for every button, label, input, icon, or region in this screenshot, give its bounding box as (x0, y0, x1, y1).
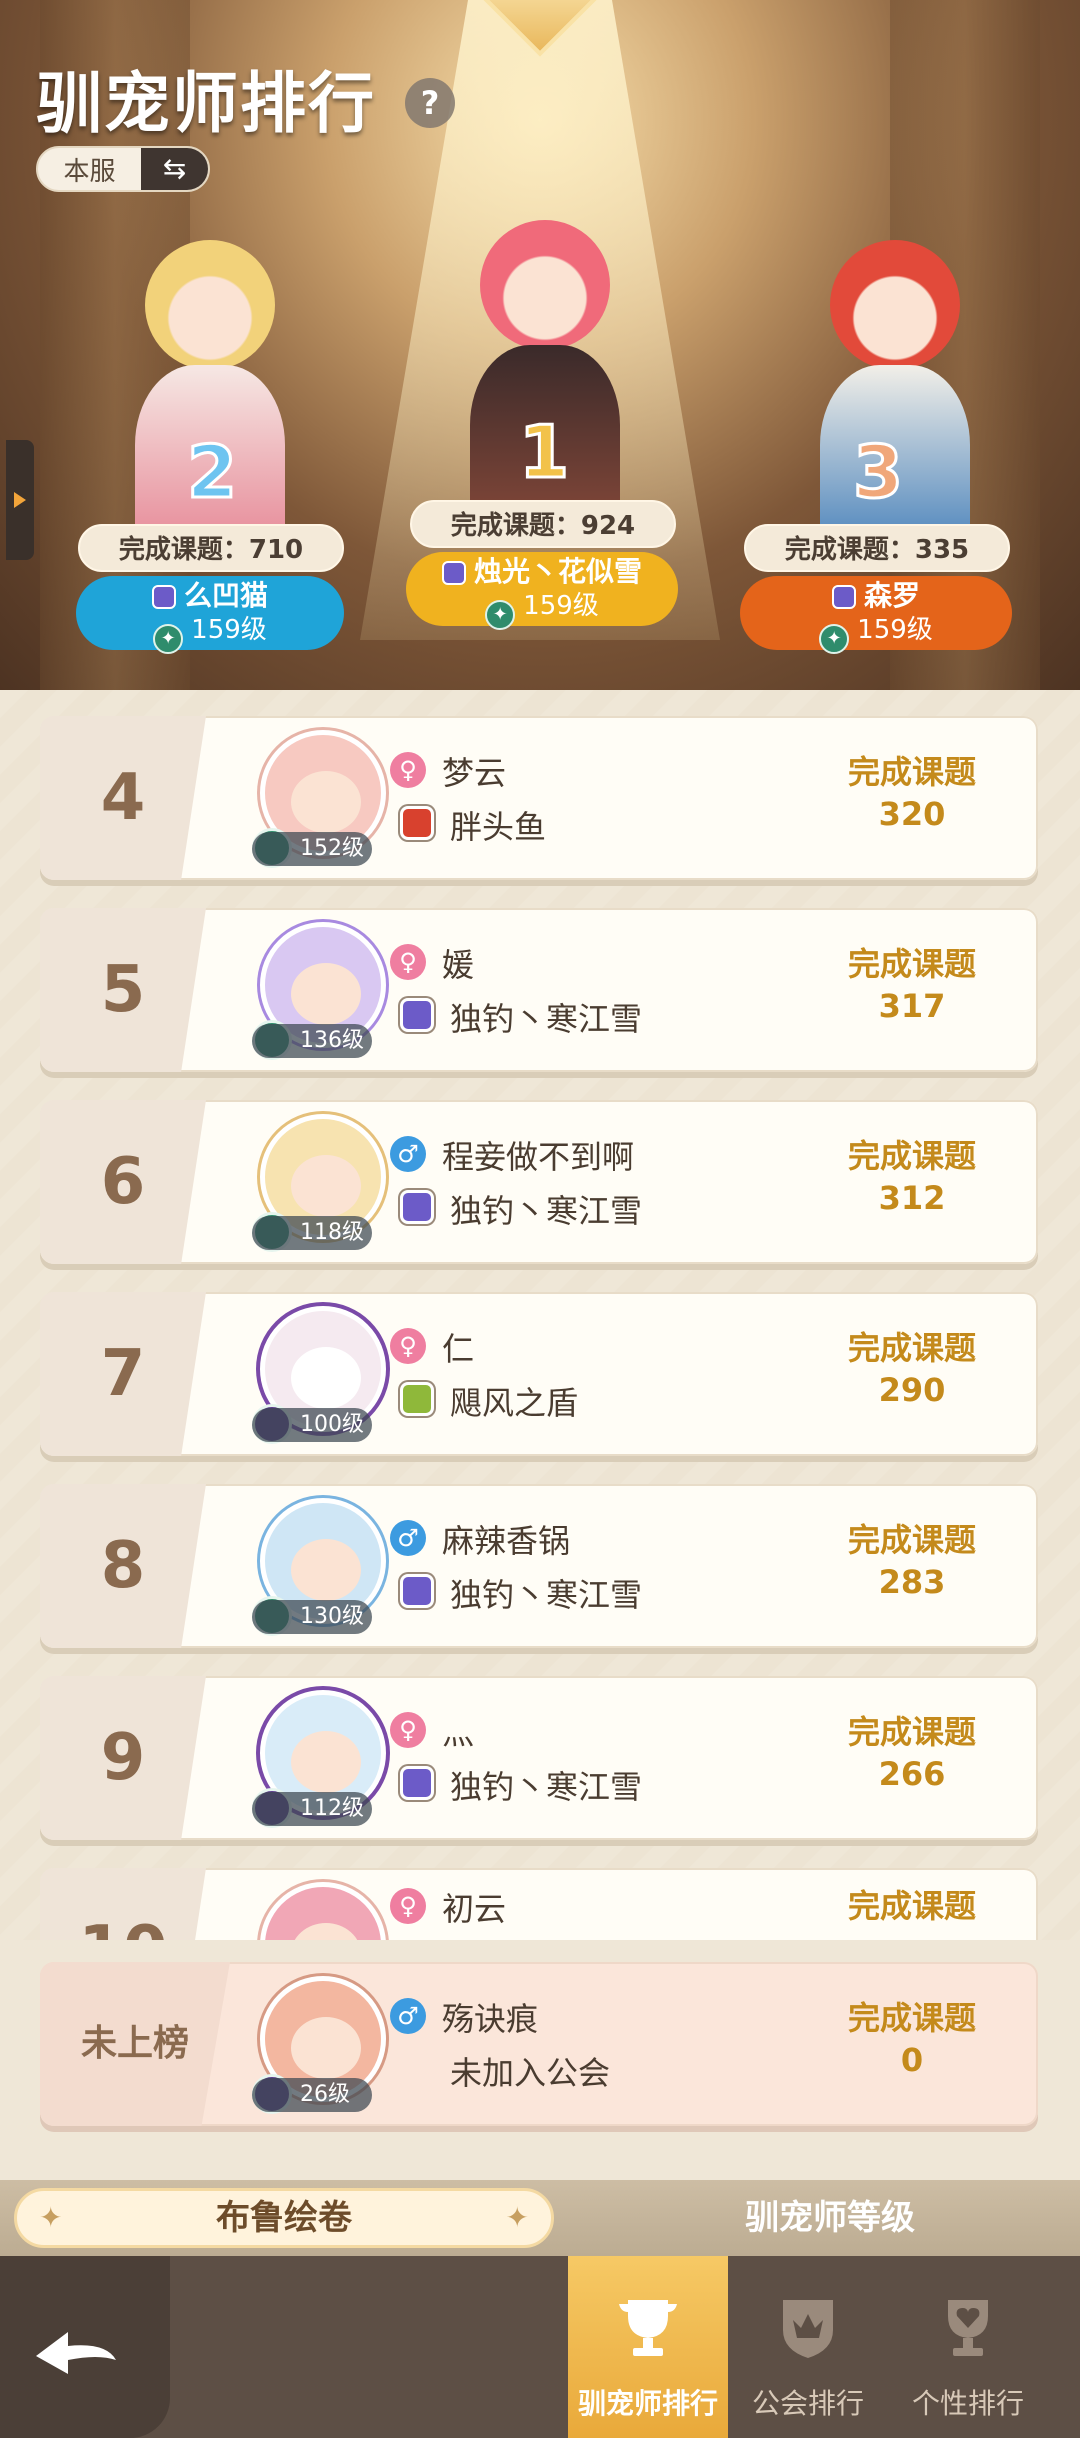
female-icon: ♀ (390, 944, 426, 980)
ranking-row[interactable]: 4 152级 ♀ 梦云 胖头鱼 完成课题 320 (40, 716, 1038, 880)
player-name: 梦云 (442, 754, 507, 792)
guild-badge-icon (831, 585, 856, 609)
complete-count: 完成课题 317 (847, 945, 976, 1025)
ranking-row[interactable]: 10 ♀ 初云 完成课题 (40, 1868, 1038, 1940)
ranking-row[interactable]: 9 112级 ♀ 灬 独钓丶寒江雪 完成课题 266 (40, 1676, 1038, 1840)
guild-emblem-icon (400, 998, 434, 1032)
rank-number: 9 (40, 1676, 206, 1840)
level-icon: ✦ (153, 624, 184, 654)
complete-count: 完成课题 283 (847, 1521, 976, 1601)
podium-rank-1: 1 (517, 409, 570, 496)
podium-hero: 驯宠师排行 ? 本服 ⇆ 2 1 3 完成课题：710 么凹猫 ✦ 159级 完成… (0, 0, 1080, 690)
level-icon: ✦ (819, 624, 850, 654)
avatar[interactable] (260, 1882, 386, 1940)
rank-number: 7 (40, 1292, 206, 1456)
podium-complete-3: 完成课题：335 (744, 524, 1010, 572)
nav-personal-ranking[interactable]: 个性排行 (888, 2256, 1048, 2438)
back-arrow-icon (36, 2332, 116, 2374)
podium-complete-1: 完成课题：924 (410, 500, 676, 548)
rank-number: 4 (40, 716, 206, 880)
ranking-row[interactable]: 7 100级 ♀ 仁 飓风之盾 完成课题 290 (40, 1292, 1038, 1456)
complete-count: 完成课题 312 (847, 1137, 976, 1217)
ranking-row[interactable]: 5 136级 ♀ 媛 独钓丶寒江雪 完成课题 317 (40, 908, 1038, 1072)
guild-name: 胖头鱼 (450, 808, 547, 846)
guild-name: 独钓丶寒江雪 (450, 1768, 643, 1806)
player-name: 初云 (442, 1890, 507, 1928)
level-icon: ✦ (485, 600, 516, 630)
guild-name: 飓风之盾 (450, 1384, 579, 1422)
tab-bulu-scroll[interactable]: 布鲁绘卷 (14, 2188, 554, 2248)
unranked-label: 未上榜 (40, 1962, 230, 2126)
podium-rank-3: 3 (851, 429, 904, 516)
complete-count: 完成课题 266 (847, 1713, 976, 1793)
male-icon: ♂ (390, 1136, 426, 1172)
page-title: 驯宠师排行 (36, 65, 376, 142)
level-badge: 152级 (252, 832, 372, 866)
tab-tamer-level[interactable]: 驯宠师等级 (600, 2188, 1060, 2248)
male-icon: ♂ (390, 1520, 426, 1556)
help-button[interactable]: ? (405, 78, 455, 128)
guild-badge-icon (151, 585, 176, 609)
ranking-row[interactable]: 6 118级 ♂ 程妾做不到啊 独钓丶寒江雪 完成课题 312 (40, 1100, 1038, 1264)
back-button[interactable] (0, 2256, 170, 2438)
rank-number: 6 (40, 1100, 206, 1264)
level-badge: 136级 (252, 1024, 372, 1058)
female-icon: ♀ (390, 1888, 426, 1924)
guild-shield-icon (783, 2300, 833, 2358)
complete-count: 完成课题 320 (847, 753, 976, 833)
guild-name: 独钓丶寒江雪 (450, 1000, 643, 1038)
guild-name: 独钓丶寒江雪 (450, 1192, 643, 1230)
complete-count: 完成课题 0 (847, 1999, 976, 2079)
guild-emblem-icon (400, 806, 434, 840)
player-name: 麻辣香锅 (442, 1522, 571, 1560)
ranking-list[interactable]: 4 152级 ♀ 梦云 胖头鱼 完成课题 320 5 136级 ♀ 媛 独钓丶寒江… (0, 690, 1080, 1940)
female-icon: ♀ (390, 1328, 426, 1364)
female-icon: ♀ (390, 1712, 426, 1748)
rank-number: 10 (40, 1868, 206, 1940)
guild-emblem-icon (400, 1574, 434, 1608)
nav-tamer-ranking[interactable]: 驯宠师排行 (568, 2256, 728, 2438)
podium-nameplate-2[interactable]: 么凹猫 ✦ 159级 (76, 576, 344, 654)
player-name: 仁 (442, 1330, 475, 1368)
player-name: 灬 (442, 1714, 475, 1752)
guild-emblem-icon (400, 1766, 434, 1800)
level-badge: 118级 (252, 1216, 372, 1250)
guild-name: 未加入公会 (450, 2054, 611, 2092)
guild-emblem-icon (400, 1382, 434, 1416)
podium-nameplate-1[interactable]: 烛光丶花似雪 ✦ 159级 (406, 552, 678, 630)
guild-name: 独钓丶寒江雪 (450, 1576, 643, 1614)
bottom-navigation: 驯宠师排行 公会排行 个性排行 (0, 2256, 1080, 2438)
podium-nameplate-3[interactable]: 森罗 ✦ 159级 (740, 576, 1012, 654)
guild-emblem-icon (400, 1190, 434, 1224)
level-badge: 100级 (252, 1408, 372, 1442)
my-ranking-row[interactable]: 未上榜 26级 ♂ 殇诀痕 未加入公会 完成课题 0 (40, 1962, 1038, 2126)
player-name: 殇诀痕 (442, 2000, 539, 2038)
level-badge: 112级 (252, 1792, 372, 1826)
player-name: 程妾做不到啊 (442, 1138, 635, 1176)
trophy-icon (619, 2300, 677, 2356)
level-badge: 130级 (252, 1600, 372, 1634)
side-expand-tab[interactable] (6, 440, 34, 560)
male-icon: ♂ (390, 1998, 426, 2034)
guild-badge-icon (441, 561, 466, 585)
female-icon: ♀ (390, 752, 426, 788)
level-badge: 26级 (252, 2078, 372, 2112)
rank-number: 5 (40, 908, 206, 1072)
rank-number: 8 (40, 1484, 206, 1648)
heart-trophy-icon (948, 2300, 988, 2356)
server-label: 本服 (63, 156, 116, 187)
complete-count: 完成课题 290 (847, 1329, 976, 1409)
player-name: 媛 (442, 946, 475, 984)
podium-complete-2: 完成课题：710 (78, 524, 344, 572)
sub-tab-bar: 布鲁绘卷 驯宠师等级 (0, 2180, 1080, 2256)
podium-rank-2: 2 (185, 429, 238, 516)
ranking-row[interactable]: 8 130级 ♂ 麻辣香锅 独钓丶寒江雪 完成课题 283 (40, 1484, 1038, 1648)
complete-count: 完成课题 (847, 1887, 976, 1925)
nav-guild-ranking[interactable]: 公会排行 (728, 2256, 888, 2438)
